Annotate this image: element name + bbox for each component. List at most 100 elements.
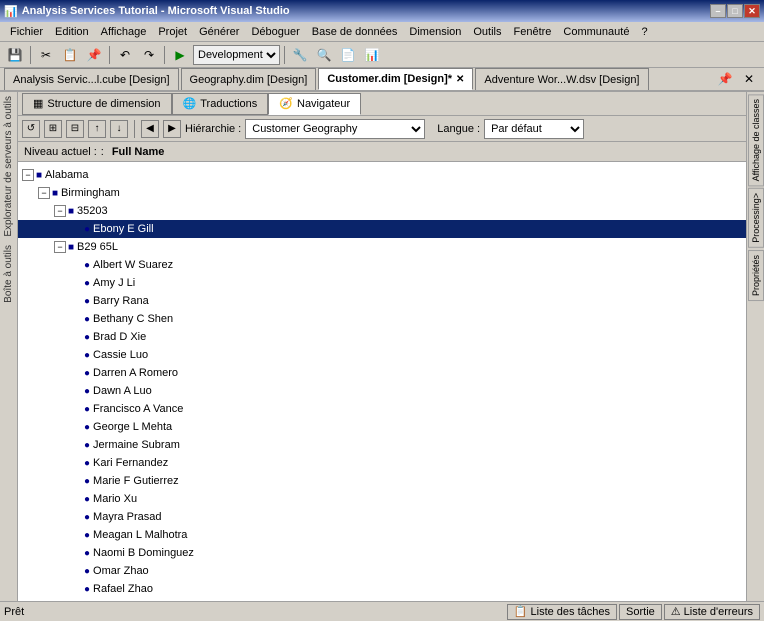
tree-node-amy-j-li[interactable]: ●Amy J Li <box>18 274 746 292</box>
level-value: Full Name <box>112 146 165 158</box>
tab-pin-button[interactable]: 📌 <box>714 68 736 90</box>
tab-customer[interactable]: Customer.dim [Design]* ✕ <box>318 68 473 90</box>
toolbar-btn-8[interactable]: 📊 <box>361 44 383 66</box>
maximize-button[interactable]: □ <box>727 4 743 18</box>
node-label-omar-zhao: Omar Zhao <box>93 565 149 577</box>
menu-communaute[interactable]: Communauté <box>557 24 635 40</box>
tree-node-naomi-b-dominguez[interactable]: ●Naomi B Dominguez <box>18 544 746 562</box>
build-config-select[interactable]: Development <box>193 45 280 65</box>
menu-projet[interactable]: Projet <box>152 24 193 40</box>
status-tab-tasks[interactable]: 📋 Liste des tâches <box>507 604 617 620</box>
tree-node-b29-65l[interactable]: −■B29 65L <box>18 238 746 256</box>
titlebar-controls: – □ ✕ <box>710 4 760 18</box>
left-sidebar-explorer-label: Explorateur de serveurs à outils <box>3 92 14 241</box>
hierarchy-select[interactable]: Customer Geography <box>245 119 425 139</box>
status-tab-errors[interactable]: ⚠ Liste d'erreurs <box>664 604 760 620</box>
tab-adventure[interactable]: Adventure Wor...W.dsv [Design] <box>475 68 648 90</box>
node-icon-bethany-c-shen: ● <box>84 314 90 325</box>
tree-node-birmingham[interactable]: −■Birmingham <box>18 184 746 202</box>
tree-node-brad-d-xie[interactable]: ●Brad D Xie <box>18 328 746 346</box>
node-label-rafael-zhao: Rafael Zhao <box>93 583 153 595</box>
right-sidebar-processing-btn[interactable]: Processing> <box>748 188 764 248</box>
toolbar-btn-play[interactable]: ▶ <box>169 44 191 66</box>
tree-node-george-l-mehta[interactable]: ●George L Mehta <box>18 418 746 436</box>
tree-node-meagan-l-malhotra[interactable]: ●Meagan L Malhotra <box>18 526 746 544</box>
menu-generer[interactable]: Générer <box>193 24 245 40</box>
menu-edition[interactable]: Edition <box>49 24 95 40</box>
tree-area[interactable]: −■Alabama−■Birmingham−■35203●Ebony E Gil… <box>18 162 746 601</box>
menu-outils[interactable]: Outils <box>467 24 507 40</box>
right-sidebar-classes-btn[interactable]: Affichage de classes <box>748 94 764 186</box>
hier-btn-7[interactable]: ▶ <box>163 120 181 138</box>
hier-btn-6[interactable]: ◀ <box>141 120 159 138</box>
tree-node-albert-w-suarez[interactable]: ●Albert W Suarez <box>18 256 746 274</box>
tab-customer-close[interactable]: ✕ <box>456 74 464 85</box>
hier-btn-3[interactable]: ⊟ <box>66 120 84 138</box>
tab-close-button[interactable]: ✕ <box>738 68 760 90</box>
tree-node-jermaine-subram[interactable]: ●Jermaine Subram <box>18 436 746 454</box>
toolbar-btn-5[interactable]: 🔧 <box>289 44 311 66</box>
tree-node-ebony-e-gill[interactable]: ●Ebony E Gill <box>18 220 746 238</box>
node-expander-b29-65l[interactable]: − <box>54 241 66 253</box>
toolbar-btn-undo[interactable]: ↶ <box>114 44 136 66</box>
tree-node-mayra-prasad[interactable]: ●Mayra Prasad <box>18 508 746 526</box>
toolbar-btn-1[interactable]: 💾 <box>4 44 26 66</box>
tree-node-mario-xu[interactable]: ●Mario Xu <box>18 490 746 508</box>
statusbar: Prêt 📋 Liste des tâches Sortie ⚠ Liste d… <box>0 601 764 621</box>
subtab-navigateur[interactable]: 🧭 Navigateur <box>268 93 361 115</box>
node-label-dawn-a-luo: Dawn A Luo <box>93 385 152 397</box>
tab-cube-label: Analysis Servic...l.cube [Design] <box>13 74 170 86</box>
close-button[interactable]: ✕ <box>744 4 760 18</box>
menu-affichage[interactable]: Affichage <box>95 24 153 40</box>
tree-node-35203[interactable]: −■35203 <box>18 202 746 220</box>
node-expander-alabama[interactable]: − <box>22 169 34 181</box>
toolbar-btn-paste[interactable]: 📌 <box>83 44 105 66</box>
node-label-kari-fernandez: Kari Fernandez <box>93 457 168 469</box>
toolbar-btn-7[interactable]: 📄 <box>337 44 359 66</box>
node-label-cassie-luo: Cassie Luo <box>93 349 148 361</box>
subtab-structure[interactable]: ▦ Structure de dimension <box>22 93 172 115</box>
tree-node-omar-zhao[interactable]: ●Omar Zhao <box>18 562 746 580</box>
status-tab-errors-icon: ⚠ <box>671 605 681 618</box>
tab-geography[interactable]: Geography.dim [Design] <box>181 68 317 90</box>
tree-node-dawn-a-luo[interactable]: ●Dawn A Luo <box>18 382 746 400</box>
tab-customer-label: Customer.dim [Design]* <box>327 73 452 85</box>
status-tab-tasks-label: Liste des tâches <box>531 606 611 618</box>
menu-fichier[interactable]: Fichier <box>4 24 49 40</box>
tree-node-randall-a-gill[interactable]: ●Randall A Gill <box>18 598 746 601</box>
tree-node-cassie-luo[interactable]: ●Cassie Luo <box>18 346 746 364</box>
menu-dimension[interactable]: Dimension <box>403 24 467 40</box>
toolbar-btn-redo[interactable]: ↷ <box>138 44 160 66</box>
tree-node-darren-a-romero[interactable]: ●Darren A Romero <box>18 364 746 382</box>
node-icon-george-l-mehta: ● <box>84 422 90 433</box>
subtab-navigateur-icon: 🧭 <box>279 97 293 110</box>
right-sidebar-proprietes-btn[interactable]: Propriétés <box>748 250 764 301</box>
tree-node-alabama[interactable]: −■Alabama <box>18 166 746 184</box>
hier-btn-5[interactable]: ↓ <box>110 120 128 138</box>
tree-node-kari-fernandez[interactable]: ●Kari Fernandez <box>18 454 746 472</box>
menu-debogueur[interactable]: Déboguer <box>245 24 305 40</box>
toolbar-btn-cut[interactable]: ✂ <box>35 44 57 66</box>
menu-fenetre[interactable]: Fenêtre <box>508 24 558 40</box>
hier-btn-2[interactable]: ⊞ <box>44 120 62 138</box>
node-expander-birmingham[interactable]: − <box>38 187 50 199</box>
node-icon-b29-65l: ■ <box>68 242 74 253</box>
hier-refresh-btn[interactable]: ↺ <box>22 120 40 138</box>
tree-node-francisco-a-vance[interactable]: ●Francisco A Vance <box>18 400 746 418</box>
node-expander-35203[interactable]: − <box>54 205 66 217</box>
toolbar-btn-6[interactable]: 🔍 <box>313 44 335 66</box>
status-tab-sortie[interactable]: Sortie <box>619 604 662 620</box>
language-select[interactable]: Par défaut <box>484 119 584 139</box>
subtab-traductions[interactable]: 🌐 Traductions <box>172 93 269 115</box>
tree-node-marie-f-gutierrez[interactable]: ●Marie F Gutierrez <box>18 472 746 490</box>
hier-btn-4[interactable]: ↑ <box>88 120 106 138</box>
minimize-button[interactable]: – <box>710 4 726 18</box>
menu-base-donnees[interactable]: Base de données <box>306 24 404 40</box>
node-label-35203: 35203 <box>77 205 108 217</box>
menu-help[interactable]: ? <box>635 24 653 40</box>
tree-node-bethany-c-shen[interactable]: ●Bethany C Shen <box>18 310 746 328</box>
toolbar-btn-copy[interactable]: 📋 <box>59 44 81 66</box>
tree-node-rafael-zhao[interactable]: ●Rafael Zhao <box>18 580 746 598</box>
tree-node-barry-rana[interactable]: ●Barry Rana <box>18 292 746 310</box>
tab-cube[interactable]: Analysis Servic...l.cube [Design] <box>4 68 179 90</box>
